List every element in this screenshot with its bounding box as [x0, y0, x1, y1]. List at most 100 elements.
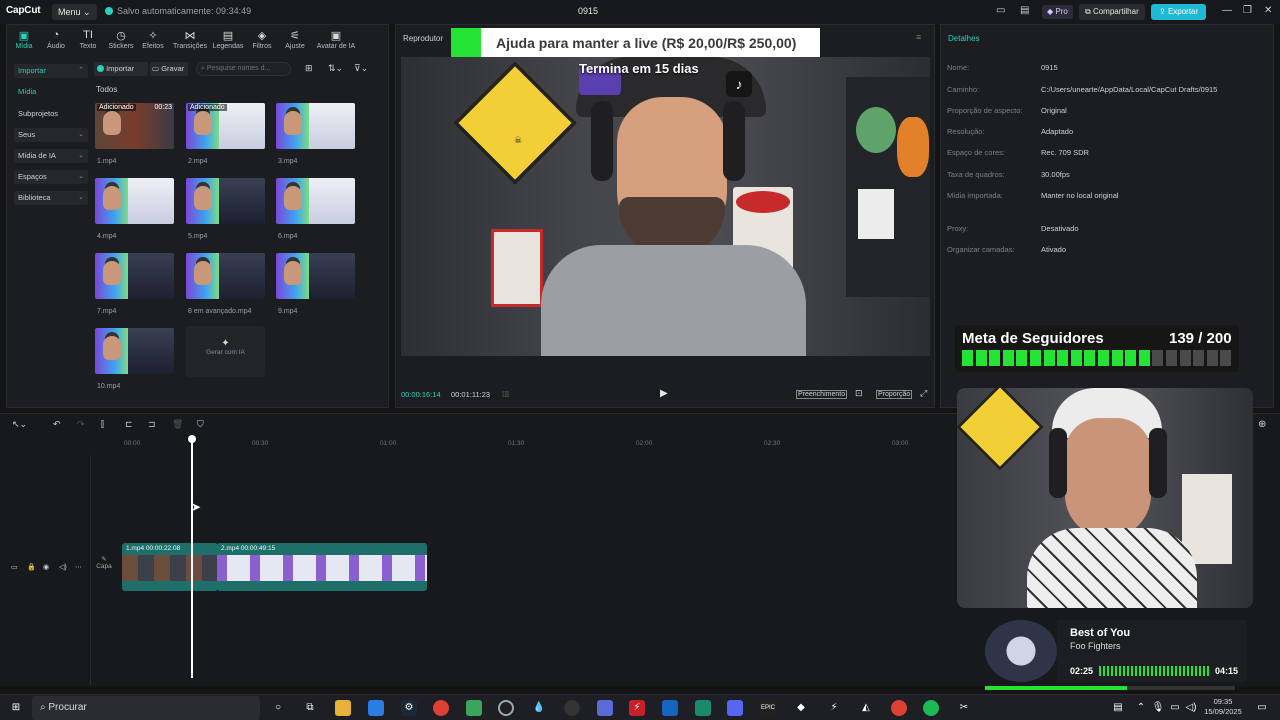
capcut-icon[interactable]: ✂ — [956, 700, 972, 716]
video-preview[interactable]: ☠ ♪ Termina em 15 dias — [401, 57, 930, 356]
track-toggle-icon[interactable]: ▭ — [11, 563, 18, 571]
app-icon[interactable]: ◭ — [858, 700, 874, 716]
chrome-icon[interactable] — [433, 700, 449, 716]
split-icon[interactable]: ⫿ — [101, 419, 104, 430]
cortana-icon[interactable]: ○ — [270, 700, 286, 716]
chevron-up-icon[interactable]: ⌃ — [1133, 700, 1149, 716]
playhead[interactable] — [191, 436, 193, 678]
browser-icon[interactable] — [368, 700, 384, 716]
tool-transitions[interactable]: ⋈ Transições — [173, 29, 207, 50]
record-button[interactable]: ▭ Gravar — [150, 62, 188, 76]
sidebar-item-subprojects[interactable]: Subprojetos — [14, 107, 88, 121]
grid-icon[interactable]: ▥ — [502, 389, 510, 398]
import-button[interactable]: Importar — [94, 62, 148, 76]
app-icon[interactable] — [597, 700, 613, 716]
chrome-icon[interactable] — [891, 700, 907, 716]
discord-icon[interactable] — [727, 700, 743, 716]
tool-media[interactable]: ▣ Mídia — [7, 29, 41, 50]
media-thumbnail[interactable] — [276, 103, 355, 149]
app-icon[interactable] — [695, 700, 711, 716]
export-button[interactable]: ⇪ Exportar — [1151, 4, 1207, 20]
microphone-icon[interactable]: 🎙 — [1150, 700, 1166, 716]
tool-ai-avatar[interactable]: ▣ Avatar de IA — [312, 29, 360, 50]
spotify-icon[interactable] — [923, 700, 939, 716]
volume-icon[interactable]: ◁) — [59, 563, 67, 571]
clock[interactable]: 09:35 15/09/2025 — [1200, 697, 1246, 717]
sidebar-item-library[interactable]: Biblioteca ⌄ — [14, 191, 88, 205]
media-thumbnail[interactable] — [276, 253, 355, 299]
playhead-handle[interactable] — [188, 435, 196, 443]
media-thumbnail[interactable]: Adicionado 00:23 — [95, 103, 174, 149]
sidebar-item-spaces[interactable]: Espaços ⌄ — [14, 170, 88, 184]
marker-icon[interactable]: ⛉ — [197, 419, 204, 430]
media-thumbnail[interactable] — [186, 253, 265, 299]
epic-games-icon[interactable]: EPIC — [760, 700, 776, 716]
sort-icon[interactable]: ⇅⌄ — [328, 63, 343, 74]
eye-icon[interactable]: ◉ — [43, 563, 49, 571]
tool-stickers[interactable]: ◷ Stickers — [104, 29, 138, 50]
sidebar-item-ai-media[interactable]: Mídia de IA ⌄ — [14, 149, 88, 163]
tool-filters[interactable]: ◈ Filtros — [245, 29, 279, 50]
outlook-icon[interactable] — [662, 700, 678, 716]
obs-icon[interactable] — [498, 700, 514, 716]
media-thumbnail[interactable] — [95, 328, 174, 374]
app-icon[interactable]: ◆ — [793, 700, 809, 716]
app-icon[interactable]: ⚡ — [629, 700, 645, 716]
redo-icon[interactable]: ↷ — [77, 419, 85, 430]
minimize-icon[interactable]: — — [1222, 5, 1232, 16]
media-thumbnail[interactable] — [276, 178, 355, 224]
app-icon[interactable] — [466, 700, 482, 716]
sidebar-item-import[interactable]: Importar ⌃ — [14, 64, 88, 78]
media-thumbnail[interactable] — [95, 253, 174, 299]
split-left-icon[interactable]: ⊏ — [125, 419, 133, 430]
share-button[interactable]: ⧉ Compartilhar — [1079, 4, 1145, 20]
grid-view-icon[interactable]: ⊞ — [305, 63, 313, 74]
shortcut-icon[interactable]: ▤ — [1020, 5, 1029, 16]
snapshot-icon[interactable]: ⊡ — [855, 388, 863, 399]
speaker-icon[interactable]: ◁) — [1183, 700, 1199, 716]
pro-badge[interactable]: ◆ Pro — [1042, 5, 1073, 19]
tool-captions[interactable]: ▤ Legendas — [211, 29, 245, 50]
layout-icon[interactable]: ▭ — [996, 5, 1005, 16]
undo-icon[interactable]: ↶ — [53, 419, 61, 430]
menu-button[interactable]: Menu ⌄ — [52, 4, 97, 20]
task-view-icon[interactable]: ⧉ — [302, 700, 318, 716]
media-thumbnail[interactable] — [186, 178, 265, 224]
close-icon[interactable]: ✕ — [1264, 5, 1272, 16]
delete-icon[interactable]: 🗑 — [172, 419, 183, 430]
tool-audio[interactable]: ◔ Áudio — [39, 29, 73, 50]
network-icon[interactable]: ▭ — [1167, 700, 1183, 716]
split-right-icon[interactable]: ⊐ — [148, 419, 156, 430]
drop-icon[interactable]: 💧 — [531, 700, 547, 716]
select-tool-icon[interactable]: ↖⌄ — [12, 419, 27, 430]
lock-icon[interactable]: 🔒 — [27, 563, 36, 571]
filter-icon[interactable]: ⊽⌄ — [354, 63, 368, 74]
media-thumbnail[interactable] — [95, 178, 174, 224]
steam-icon[interactable]: ⚙ — [401, 700, 417, 716]
zoom-icon[interactable]: ⊕ — [1258, 419, 1266, 430]
clip-2[interactable]: 2.mp4 00:00:49:15 — [217, 543, 427, 591]
tool-effects[interactable]: ✧ Efeitos — [136, 29, 170, 50]
media-thumbnail[interactable]: Adicionado — [186, 103, 265, 149]
taskbar-search[interactable]: ⌕ Procurar — [32, 696, 260, 720]
app-icon[interactable] — [564, 700, 580, 716]
search-input[interactable]: ⌕ Pesquise nomes d... — [196, 62, 291, 76]
notification-icon[interactable]: ▭ — [1254, 700, 1270, 716]
play-button[interactable]: ▶ — [660, 388, 668, 399]
fill-button[interactable]: Preenchimento — [796, 390, 848, 399]
tool-text[interactable]: TI Texto — [71, 29, 105, 50]
app-icon[interactable]: ⚡ — [826, 700, 842, 716]
more-icon[interactable]: ⋯ — [75, 563, 82, 571]
fullscreen-icon[interactable]: ⤢ — [920, 388, 927, 399]
clip-1[interactable]: 1.mp4 00:00:22:08 — [122, 543, 218, 591]
tray-icon[interactable]: ▤ — [1110, 700, 1126, 716]
sidebar-item-media[interactable]: Mídia — [14, 85, 88, 99]
generate-ai-button[interactable]: ✦ Gerar com IA — [186, 326, 265, 377]
maximize-icon[interactable]: ❐ — [1243, 5, 1252, 16]
tool-adjust[interactable]: ⚟ Ajuste — [278, 29, 312, 50]
file-explorer-icon[interactable] — [335, 700, 351, 716]
ratio-button[interactable]: Proporção — [876, 390, 913, 399]
menu-icon[interactable]: ≡ — [916, 32, 921, 42]
sidebar-item-yours[interactable]: Seus ⌄ — [14, 128, 88, 142]
cover-button[interactable]: ✎ Capa — [92, 555, 116, 581]
